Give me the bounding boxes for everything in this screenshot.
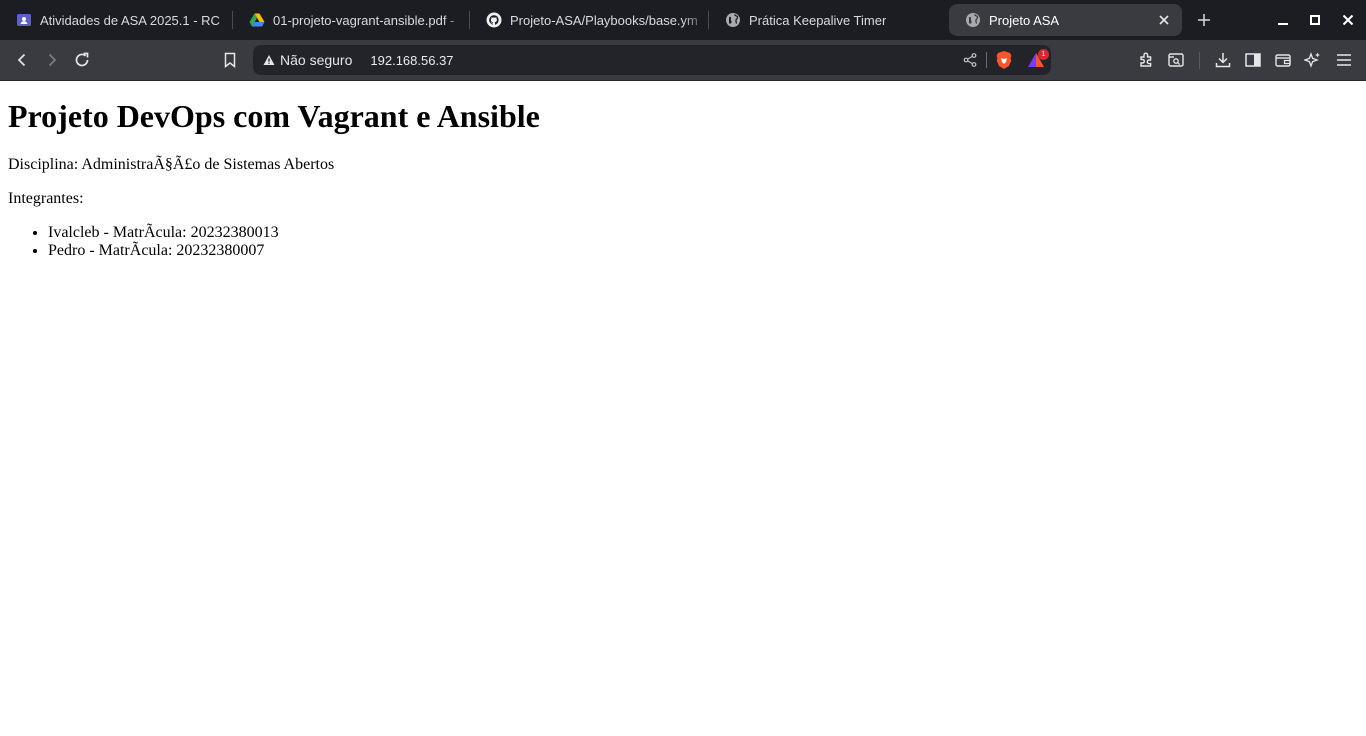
extensions-icon[interactable] — [1133, 46, 1161, 74]
search-tab-icon[interactable] — [1162, 46, 1190, 74]
globe-icon — [725, 12, 741, 28]
close-tab-icon[interactable] — [1156, 12, 1172, 28]
close-window-button[interactable] — [1332, 0, 1364, 40]
leo-ai-icon[interactable] — [1299, 46, 1327, 74]
new-tab-button[interactable] — [1190, 6, 1218, 34]
classroom-icon — [16, 12, 32, 28]
tab-github[interactable]: Projeto-ASA/Playbooks/base.yml — [470, 4, 708, 36]
rewards-badge: 1 — [1038, 49, 1049, 60]
web-page-content: Projeto DevOps com Vagrant e Ansible Dis… — [0, 81, 1366, 736]
members-label: Integrantes: — [8, 190, 84, 207]
maximize-button[interactable] — [1299, 0, 1331, 40]
address-bar[interactable]: Não seguro 192.168.56.37 1 — [253, 45, 1051, 75]
sidebar-icon[interactable] — [1239, 46, 1267, 74]
list-item: Ivalcleb - MatrÃcula: 20232380013 — [48, 224, 1358, 242]
tab-projeto-asa[interactable]: Projeto ASA — [949, 4, 1182, 36]
bookmark-icon[interactable] — [216, 46, 244, 74]
security-label: Não seguro — [280, 52, 353, 68]
tab-drive-pdf[interactable]: 01-projeto-vagrant-ansible.pdf - — [233, 4, 469, 36]
page-heading: Projeto DevOps com Vagrant e Ansible — [8, 98, 540, 134]
tab-classroom[interactable]: Atividades de ASA 2025.1 - RC — [0, 4, 232, 36]
back-button[interactable] — [8, 46, 36, 74]
toolbar-divider — [1199, 52, 1200, 69]
tab-title: Projeto-ASA/Playbooks/base.yml — [510, 12, 698, 28]
minimize-button[interactable] — [1267, 0, 1299, 40]
wallet-icon[interactable] — [1269, 46, 1297, 74]
tab-title: Atividades de ASA 2025.1 - RC — [40, 12, 220, 28]
warning-icon — [263, 54, 275, 66]
share-icon[interactable] — [962, 52, 978, 68]
menu-icon[interactable] — [1330, 46, 1358, 74]
globe-icon — [965, 12, 981, 28]
github-icon — [486, 12, 502, 28]
tab-keepalive[interactable]: Prática Keepalive Timer — [709, 4, 947, 36]
url-text[interactable]: 192.168.56.37 — [370, 53, 453, 68]
list-item: Pedro - MatrÃcula: 20232380007 — [48, 242, 1358, 260]
site-security-indicator[interactable]: Não seguro — [263, 52, 352, 68]
drive-icon — [249, 12, 265, 28]
brave-shields-icon[interactable] — [995, 50, 1013, 70]
tab-title: Projeto ASA — [989, 12, 1060, 28]
tab-title: Prática Keepalive Timer — [749, 12, 887, 28]
reload-button[interactable] — [68, 46, 96, 74]
brave-rewards-icon[interactable]: 1 — [1027, 49, 1049, 68]
tab-title: 01-projeto-vagrant-ansible.pdf - — [273, 12, 455, 28]
discipline-text: Disciplina: AdministraÃ§Ã£o de Sistemas … — [8, 156, 335, 173]
members-list: Ivalcleb - MatrÃcula: 20232380013 Pedro … — [8, 224, 1358, 260]
tab-strip: Atividades de ASA 2025.1 - RC 01-projeto… — [0, 0, 1366, 40]
download-icon[interactable] — [1209, 46, 1237, 74]
forward-button[interactable] — [38, 46, 66, 74]
browser-toolbar: Não seguro 192.168.56.37 1 — [0, 40, 1366, 81]
